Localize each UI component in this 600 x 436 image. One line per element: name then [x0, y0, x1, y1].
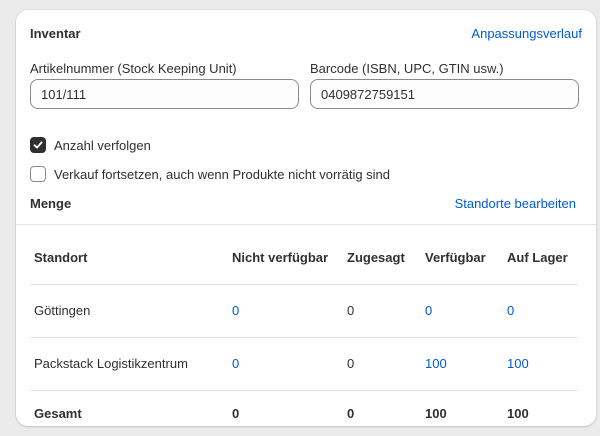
barcode-label: Barcode (ISBN, UPC, GTIN usw.): [310, 61, 504, 76]
sku-label: Artikelnummer (Stock Keeping Unit): [30, 61, 237, 76]
table-row: Göttingen 0 0 0 0: [30, 284, 578, 338]
inventory-card: Inventar Anpassungsverlauf Artikelnummer…: [16, 10, 596, 426]
committed-value: 0: [347, 337, 425, 391]
committed-value: 0: [347, 284, 425, 338]
edit-locations-link[interactable]: Standorte bearbeiten: [455, 196, 576, 211]
inventory-header: Inventar Anpassungsverlauf: [30, 26, 582, 41]
on-hand-value-link[interactable]: 0: [507, 284, 578, 338]
unavailable-value-link[interactable]: 0: [232, 284, 347, 338]
continue-selling-row[interactable]: Verkauf fortsetzen, auch wenn Produkte n…: [30, 166, 390, 182]
column-header-unavailable: Nicht verfügbar: [232, 232, 347, 285]
continue-selling-label: Verkauf fortsetzen, auch wenn Produkte n…: [54, 166, 391, 182]
total-label: Gesamt: [34, 405, 82, 421]
sku-input[interactable]: [30, 79, 299, 109]
location-name: Göttingen: [30, 284, 232, 338]
adjustment-history-link[interactable]: Anpassungsverlauf: [471, 26, 582, 41]
table-row: Packstack Logistikzentrum 0 0 100 100: [30, 337, 578, 391]
quantity-title: Menge: [30, 196, 72, 211]
section-divider: [16, 224, 596, 225]
column-header-available: Verfügbar: [425, 232, 507, 285]
column-header-committed: Zugesagt: [347, 232, 425, 285]
table-header-row: Standort Nicht verfügbar Zugesagt Verfüg…: [30, 232, 578, 285]
track-quantity-checkbox[interactable]: [30, 137, 46, 153]
barcode-input[interactable]: [310, 79, 579, 109]
column-header-on-hand: Auf Lager: [507, 232, 578, 285]
track-quantity-row[interactable]: Anzahl verfolgen: [30, 137, 151, 153]
continue-selling-checkbox[interactable]: [30, 166, 46, 182]
available-value-link[interactable]: 0: [425, 284, 507, 338]
location-name: Packstack Logistikzentrum: [30, 337, 232, 391]
quantity-header: Menge Standorte bearbeiten: [30, 196, 576, 211]
available-value-link[interactable]: 100: [425, 337, 507, 391]
total-committed: 0: [347, 405, 355, 421]
total-available: 100: [425, 405, 447, 421]
total-row: Gesamt 0 0 100 100: [30, 390, 578, 426]
column-header-location: Standort: [30, 232, 232, 285]
on-hand-value-link[interactable]: 100: [507, 337, 578, 391]
total-on-hand: 100: [507, 405, 529, 421]
track-quantity-label: Anzahl verfolgen: [54, 137, 151, 153]
total-unavailable: 0: [232, 405, 240, 421]
checkmark-icon: [33, 141, 43, 149]
inventory-title: Inventar: [30, 26, 81, 41]
unavailable-value-link[interactable]: 0: [232, 337, 347, 391]
quantity-table: Standort Nicht verfügbar Zugesagt Verfüg…: [30, 232, 578, 426]
